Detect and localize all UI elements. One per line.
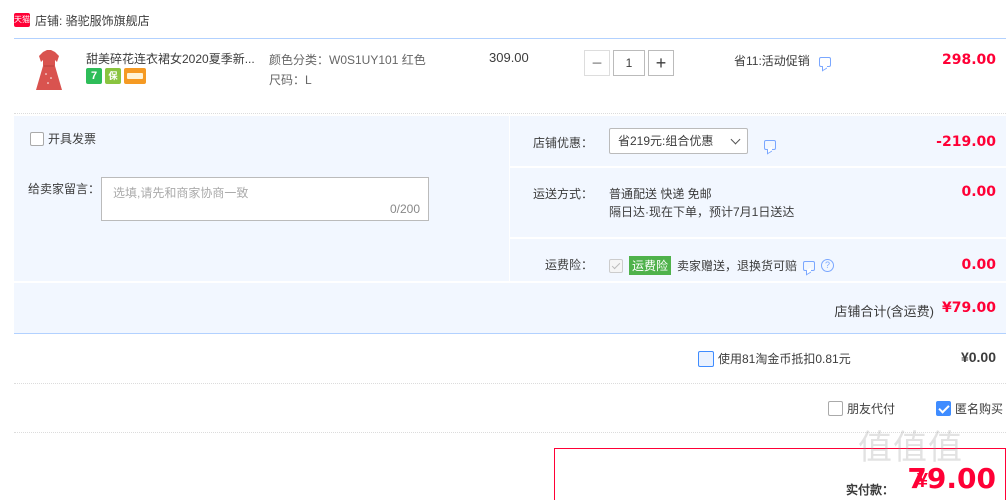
row-divider (510, 166, 1006, 168)
row-divider (510, 237, 1006, 239)
insurance-checkbox (609, 258, 623, 273)
divider (14, 383, 1006, 384)
friend-pay-label: 朋友代付 (847, 402, 896, 416)
chat-bubble-icon[interactable] (819, 56, 832, 67)
shipping-method[interactable]: 普通配送 快递 免邮 隔日达·现在下单，预计7月1日送达 (609, 185, 794, 221)
coins-checkbox[interactable] (698, 350, 714, 367)
decrease-quantity-button[interactable]: − (584, 50, 610, 76)
coins-value: ¥0.00 (960, 349, 996, 365)
credit-card-icon[interactable] (124, 68, 146, 84)
watermark: 值值值 (858, 428, 963, 468)
shop-coupon-select[interactable]: 省219元:组合优惠 (609, 128, 748, 154)
message-label: 给卖家留言： (28, 182, 101, 196)
seven-day-return-icon[interactable]: 7 (86, 68, 102, 84)
invoice-label: 开具发票 (48, 132, 97, 146)
promotion-info: 省11:活动促销 (734, 52, 832, 69)
shop-name[interactable]: 店铺: 骆驼服饰旗舰店 (35, 12, 150, 29)
insurance-amount: 0.00 (961, 257, 996, 273)
item-subtotal: 298.00 (941, 52, 996, 68)
dress-image-icon (36, 50, 62, 90)
shop-total-label: 店铺合计(含运费) (834, 304, 934, 319)
shipping-eta: 隔日达·现在下单，预计7月1日送达 (609, 205, 795, 219)
quantity-input[interactable]: 1 (613, 50, 645, 76)
chevron-down-icon (730, 134, 741, 145)
unit-price: 309.00 (489, 50, 529, 65)
shipping-amount: 0.00 (961, 184, 996, 200)
invoice-option[interactable]: 开具发票 (30, 130, 96, 147)
product-title-link[interactable]: 甜美碎花连衣裙女2020夏季新... (86, 50, 255, 67)
shipping-label: 运送方式： (533, 187, 594, 201)
payment-label: 实付款： (845, 483, 894, 497)
coupon-label: 店铺优惠： (533, 136, 594, 150)
message-placeholder: 选填,请先和商家协商一致 (113, 186, 249, 200)
shipping-line-1: 普通配送 快递 免邮 (609, 187, 712, 201)
friend-pay-option[interactable]: 朋友代付 (828, 400, 895, 417)
help-icon[interactable]: ? (821, 259, 835, 272)
anonymous-checkbox[interactable] (936, 401, 951, 416)
sku-size: 尺码：L (269, 73, 312, 87)
row-divider (14, 281, 1006, 283)
anonymous-purchase-option[interactable]: 匿名购买 (936, 400, 1003, 417)
message-counter: 0/200 (389, 202, 420, 216)
anonymous-label: 匿名购买 (955, 402, 1004, 416)
service-icons: 7 保 (86, 68, 146, 84)
chat-bubble-icon[interactable] (764, 139, 776, 150)
promotion-text: 省11:活动促销 (734, 54, 810, 68)
quantity-stepper: − 1 + (584, 50, 674, 76)
invoice-checkbox[interactable] (30, 131, 44, 146)
coins-label: 使用81淘金币抵扣0.81元 (718, 352, 851, 366)
insurance-label: 运费险： (545, 258, 594, 272)
friend-pay-checkbox[interactable] (828, 401, 843, 416)
guarantee-icon[interactable]: 保 (105, 68, 121, 84)
sku-info: 颜色分类：W0S1UY101 红色 尺码：L (269, 50, 426, 90)
panel-divider (509, 116, 510, 282)
product-thumbnail[interactable] (24, 46, 74, 96)
shop-total-value: ¥79.00 (941, 300, 996, 316)
taobao-coins-option[interactable]: 使用81淘金币抵扣0.81元 (698, 350, 851, 367)
increase-quantity-button[interactable]: + (648, 50, 674, 76)
chat-bubble-icon[interactable] (803, 260, 816, 271)
sku-color: 颜色分类：W0S1UY101 红色 (269, 53, 426, 67)
coupon-amount: -219.00 (936, 134, 996, 150)
insurance-text: 卖家赠送，退换货可赔 (677, 259, 798, 273)
seller-message-textarea[interactable]: 选填,请先和商家协商一致 0/200 (101, 177, 429, 221)
insurance-tag: 运费险 (629, 256, 672, 275)
shipping-insurance: 运费险 卖家赠送，退换货可赔 ? (609, 256, 835, 275)
tmall-badge-icon: 天猫 (14, 13, 30, 27)
coupon-selected: 省219元:组合优惠 (618, 134, 714, 148)
